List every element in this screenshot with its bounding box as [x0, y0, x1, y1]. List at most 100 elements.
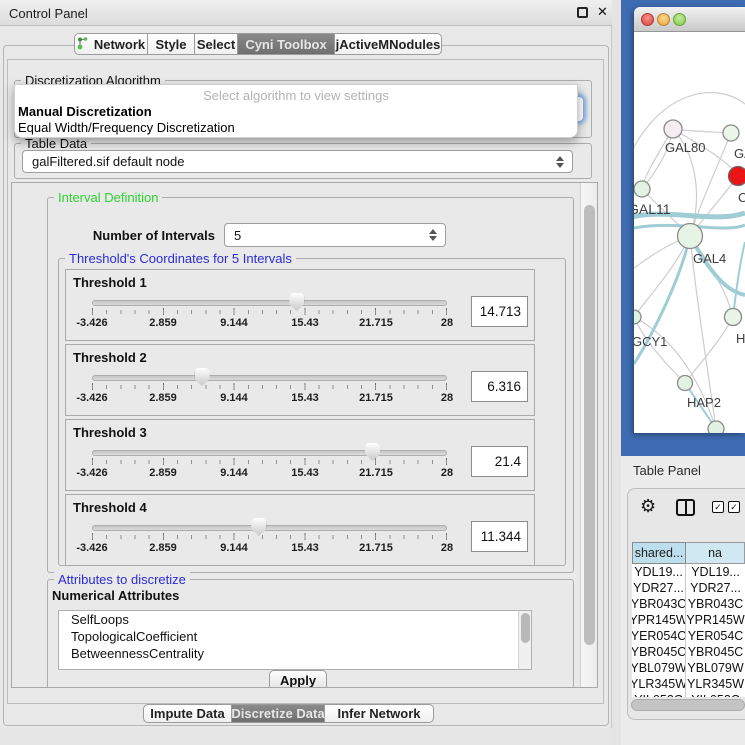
cell-name[interactable]: YBL079W: [686, 660, 745, 676]
numerical-attributes-list[interactable]: SelfLoops TopologicalCoefficient Between…: [58, 610, 532, 670]
scale-label: 21.715: [359, 317, 393, 329]
threshold-3-slider[interactable]: [92, 450, 447, 456]
cell-name[interactable]: YDR27...: [686, 580, 745, 596]
attributes-group-title: Attributes to discretize: [54, 572, 190, 587]
algorithm-dropdown-popup: Select algorithm to view settings Manual…: [14, 84, 578, 138]
close-traffic-light-icon[interactable]: [641, 13, 654, 26]
table-horizontal-scrollbar[interactable]: [631, 699, 745, 712]
table-row[interactable]: YBR043CYBR043C: [632, 596, 745, 612]
threshold-1-value-field[interactable]: 14.713: [471, 296, 528, 327]
network-view-window[interactable]: GAL80 GA GAL11 GAL4 GCY1 H HAP2 C: [634, 7, 745, 433]
table-row[interactable]: YBL079WYBL079W: [632, 660, 745, 676]
split-columns-icon[interactable]: [676, 499, 695, 516]
cell-shared-name[interactable]: YBL079W: [632, 660, 686, 676]
tab-cyni-toolbox[interactable]: Cyni Toolbox: [238, 33, 335, 55]
tab-network[interactable]: Network: [74, 33, 148, 55]
threshold-2-label: Threshold 2: [73, 350, 147, 365]
cell-shared-name[interactable]: YPR145W: [632, 612, 686, 628]
column-header-name[interactable]: na: [686, 542, 745, 564]
node-gcy1[interactable]: [634, 310, 641, 324]
threshold-4-value-field[interactable]: 11.344: [471, 521, 528, 552]
close-icon[interactable]: ✕: [597, 4, 608, 20]
apply-button[interactable]: Apply: [269, 670, 327, 688]
cell-shared-name[interactable]: YDR27...: [632, 580, 686, 596]
float-window-icon[interactable]: [577, 7, 588, 18]
gear-icon[interactable]: ⚙: [640, 496, 656, 517]
cell-name[interactable]: YBR043C: [686, 596, 745, 612]
table-row[interactable]: YIL052CYIL052C: [632, 692, 745, 697]
node-h[interactable]: [725, 309, 742, 326]
list-item[interactable]: SelfLoops: [59, 611, 531, 628]
table-row[interactable]: YDR27...YDR27...: [632, 580, 745, 596]
scale-label: 9.144: [220, 317, 248, 329]
slider-minor-ticks: [92, 310, 448, 314]
node-hap2[interactable]: [678, 376, 693, 391]
tab-infer-network[interactable]: Infer Network: [325, 704, 434, 723]
network-canvas[interactable]: GAL80 GA GAL11 GAL4 GCY1 H HAP2 C: [634, 32, 745, 433]
cell-name[interactable]: YIL052C: [686, 692, 745, 697]
settings-scrollbar-thumb[interactable]: [584, 205, 595, 645]
threshold-3-value-field[interactable]: 21.4: [471, 446, 528, 477]
settings-vertical-scrollbar[interactable]: [580, 183, 597, 687]
checkbox-icon-1[interactable]: ✓: [712, 501, 724, 513]
list-item[interactable]: TopologicalCoefficient: [59, 628, 531, 645]
minimize-traffic-light-icon[interactable]: [657, 13, 670, 26]
node-gal80[interactable]: [664, 120, 682, 138]
node-selected-red[interactable]: [729, 167, 745, 186]
scale-label: 15.43: [291, 317, 319, 329]
threshold-1-slider[interactable]: [92, 300, 447, 306]
scale-label: -3.426: [76, 392, 107, 404]
table-row[interactable]: YDL19...YDL19...: [632, 564, 745, 580]
scale-label: 15.43: [291, 467, 319, 479]
node-gal11[interactable]: [634, 181, 650, 197]
list-item[interactable]: BetweennessCentrality: [59, 645, 531, 662]
slider-minor-ticks: [92, 460, 448, 464]
cell-name[interactable]: YDL19...: [686, 564, 745, 580]
popup-option-equal-width[interactable]: Equal Width/Frequency Discretization: [18, 120, 235, 135]
table-row[interactable]: YPR145WYPR145W: [632, 612, 745, 628]
zoom-traffic-light-icon[interactable]: [673, 13, 686, 26]
list-scrollbar-thumb[interactable]: [521, 613, 530, 643]
network-window-titlebar[interactable]: [634, 7, 745, 32]
cell-shared-name[interactable]: YER054C: [632, 628, 686, 644]
threshold-2-value-field[interactable]: 6.316: [471, 371, 528, 402]
node-gal4[interactable]: [678, 224, 703, 249]
table-row[interactable]: YLR345WYLR345W: [632, 676, 745, 692]
table-horizontal-scrollbar-thumb[interactable]: [631, 699, 745, 711]
cell-shared-name[interactable]: YBR043C: [632, 596, 686, 612]
checkbox-icon-2[interactable]: ✓: [728, 501, 740, 513]
cell-name[interactable]: YPR145W: [686, 612, 745, 628]
cell-shared-name[interactable]: YBR045C: [632, 644, 686, 660]
table-row[interactable]: YBR045CYBR045C: [632, 644, 745, 660]
table-row[interactable]: YER054CYER054C: [632, 628, 745, 644]
column-header-shared-name[interactable]: shared...: [632, 542, 686, 564]
tab-jactivemnodules[interactable]: jActiveMNodules: [335, 33, 442, 55]
cell-name[interactable]: YER054C: [686, 628, 745, 644]
threshold-2-row: Threshold 2 -3.426 2.859 9.144 15.43 21.…: [65, 344, 535, 416]
tab-impute-data[interactable]: Impute Data: [143, 704, 232, 723]
list-scrollbar[interactable]: [518, 611, 531, 669]
cell-shared-name[interactable]: YIL052C: [632, 692, 686, 697]
node-bottom[interactable]: [708, 421, 724, 433]
popup-option-manual[interactable]: Manual Discretization: [18, 104, 152, 119]
number-of-intervals-combobox[interactable]: 5: [224, 223, 446, 247]
tab-select[interactable]: Select: [195, 33, 238, 55]
scale-label: 2.859: [149, 467, 177, 479]
threshold-2-slider[interactable]: [92, 375, 447, 381]
node-label: HAP2: [687, 395, 721, 410]
tab-discretize-data[interactable]: Discretize Data: [232, 704, 325, 723]
table-data-combobox[interactable]: galFiltered.sif default node: [22, 150, 573, 173]
control-panel-titlebar[interactable]: Control Panel ✕: [0, 0, 612, 26]
cell-shared-name[interactable]: YLR345W: [632, 676, 686, 692]
cell-name[interactable]: YLR345W: [686, 676, 745, 692]
network-icon: [77, 36, 88, 53]
node-label: C: [738, 190, 745, 205]
cell-shared-name[interactable]: YDL19...: [632, 564, 686, 580]
number-of-intervals-label: Number of Intervals: [60, 228, 215, 243]
tab-style[interactable]: Style: [148, 33, 195, 55]
cell-name[interactable]: YBR045C: [686, 644, 745, 660]
tab-infer-label: Infer Network: [337, 706, 420, 721]
scale-label: 15.43: [291, 542, 319, 554]
threshold-4-slider[interactable]: [92, 525, 447, 531]
node-ga[interactable]: [723, 125, 739, 141]
